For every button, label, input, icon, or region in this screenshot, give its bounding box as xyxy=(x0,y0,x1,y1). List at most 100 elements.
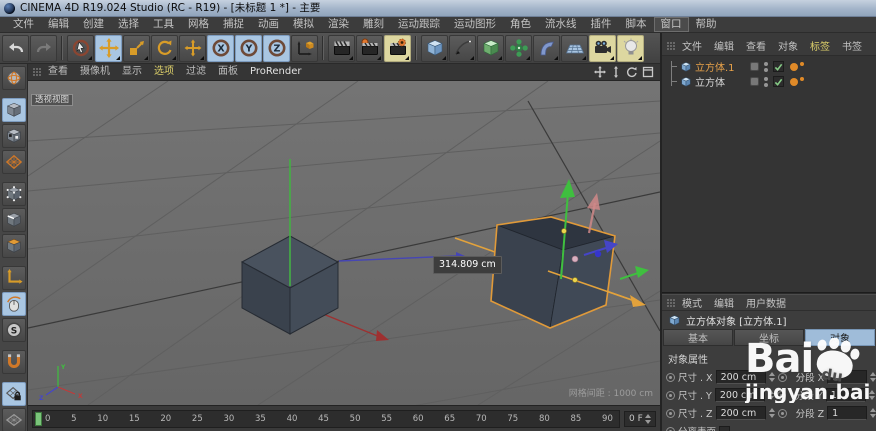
menu-animate[interactable]: 动画 xyxy=(251,17,286,32)
x-axis-lock-button[interactable]: X xyxy=(207,34,234,62)
render-to-picture-viewer-button[interactable] xyxy=(356,34,383,62)
workplane-button[interactable] xyxy=(1,408,26,431)
keyframe-circle-icon[interactable] xyxy=(777,372,787,382)
keyframe-circle-icon[interactable] xyxy=(777,408,787,418)
menu-pipeline[interactable]: 流水线 xyxy=(538,17,584,32)
object-name[interactable]: 立方体 xyxy=(695,74,747,89)
visibility-toggles[interactable] xyxy=(764,61,768,72)
keyframe-circle-icon[interactable] xyxy=(666,408,675,418)
scale-tool-button[interactable] xyxy=(123,34,150,62)
size-x-field[interactable]: 200 cm xyxy=(715,370,766,384)
viewport-menu-options[interactable]: 选项 xyxy=(148,64,180,80)
cube-object[interactable] xyxy=(240,159,465,341)
keyframe-circle-icon[interactable] xyxy=(666,390,675,400)
viewport-menu-display[interactable]: 显示 xyxy=(116,64,148,80)
y-axis-lock-button[interactable]: Y xyxy=(235,34,262,62)
viewport-menu-prorender[interactable]: ProRender xyxy=(244,64,307,80)
enable-axis-button[interactable] xyxy=(1,266,26,290)
add-subdivision-surface-button[interactable] xyxy=(477,34,504,62)
snap-magnet-button[interactable] xyxy=(1,350,26,374)
menu-simulate[interactable]: 模拟 xyxy=(286,17,321,32)
layer-color-box[interactable] xyxy=(750,77,759,86)
viewport-menu-panel[interactable]: 面板 xyxy=(212,64,244,80)
tab-object[interactable]: 对象 xyxy=(805,329,875,346)
om-menu-objects[interactable]: 对象 xyxy=(772,38,804,53)
segments-y-field[interactable]: 1 xyxy=(825,388,866,402)
edges-mode-button[interactable] xyxy=(1,208,26,232)
timeline-playhead[interactable] xyxy=(35,411,42,426)
viewport-menu-filter[interactable]: 过滤 xyxy=(180,64,212,80)
om-menu-tags[interactable]: 标签 xyxy=(804,38,836,53)
om-menu-view[interactable]: 查看 xyxy=(740,38,772,53)
menu-render[interactable]: 渲染 xyxy=(321,17,356,32)
size-y-field[interactable]: 200 cm xyxy=(714,388,765,402)
menu-snap[interactable]: 捕捉 xyxy=(216,17,251,32)
object-row-cube1[interactable]: 立方体.1 xyxy=(662,59,876,74)
add-deformer-button[interactable] xyxy=(533,34,560,62)
layer-color-box[interactable] xyxy=(750,62,759,71)
keyframe-circle-icon[interactable] xyxy=(666,426,675,431)
menu-edit[interactable]: 编辑 xyxy=(41,17,76,32)
visibility-toggles[interactable] xyxy=(764,76,768,87)
tab-basic[interactable]: 基本 xyxy=(663,329,733,346)
menu-tools[interactable]: 工具 xyxy=(146,17,181,32)
lock-workplane-button[interactable] xyxy=(1,382,26,406)
tab-coordinates[interactable]: 坐标 xyxy=(734,329,804,346)
viewport-pan-icon[interactable] xyxy=(594,66,606,78)
am-menu-mode[interactable]: 模式 xyxy=(676,295,708,310)
add-cloner-button[interactable] xyxy=(505,34,532,62)
phong-tag-icon[interactable] xyxy=(790,61,804,71)
menu-select[interactable]: 选择 xyxy=(111,17,146,32)
add-spline-button[interactable] xyxy=(449,34,476,62)
om-menu-edit[interactable]: 编辑 xyxy=(708,38,740,53)
om-menu-file[interactable]: 文件 xyxy=(676,38,708,53)
size-z-stepper[interactable] xyxy=(768,408,775,418)
keyframe-circle-icon[interactable] xyxy=(776,390,786,400)
model-mode-button[interactable] xyxy=(1,98,26,122)
render-view-button[interactable] xyxy=(328,34,355,62)
viewport-zoom-icon[interactable] xyxy=(610,66,622,78)
menu-character[interactable]: 角色 xyxy=(503,17,538,32)
add-cube-button[interactable] xyxy=(421,34,448,62)
size-z-field[interactable]: 200 cm xyxy=(715,406,766,420)
viewport-menu-view[interactable]: 查看 xyxy=(42,64,74,80)
timeline-ruler[interactable]: 0 5 10 15 20 25 30 35 40 45 50 55 60 65 … xyxy=(32,409,620,428)
texture-mode-button[interactable] xyxy=(1,124,26,148)
coordinate-system-button[interactable] xyxy=(291,34,318,62)
keyframe-circle-icon[interactable] xyxy=(666,372,675,382)
segments-y-stepper[interactable] xyxy=(868,390,875,400)
last-used-tool-button[interactable] xyxy=(179,34,206,62)
redo-button[interactable] xyxy=(30,34,57,62)
panel-handle-icon[interactable] xyxy=(32,67,42,77)
add-floor-button[interactable] xyxy=(561,34,588,62)
viewport-maximize-icon[interactable] xyxy=(642,66,654,78)
points-mode-button[interactable] xyxy=(1,182,26,206)
menu-mesh[interactable]: 网格 xyxy=(181,17,216,32)
frame-stepper[interactable] xyxy=(644,413,651,424)
menu-help[interactable]: 帮助 xyxy=(689,17,724,32)
move-tool-button[interactable] xyxy=(95,34,122,62)
make-editable-button[interactable] xyxy=(1,66,26,90)
separate-surfaces-checkbox[interactable] xyxy=(719,425,731,431)
viewport-canvas[interactable]: Y X Z 透视视图 314.809 cm 网格间距 : 1000 cm xyxy=(28,81,660,405)
enabled-check[interactable] xyxy=(773,76,784,87)
am-menu-edit[interactable]: 编辑 xyxy=(708,295,740,310)
add-camera-button[interactable] xyxy=(589,34,616,62)
quantize-button[interactable]: S xyxy=(1,318,26,342)
snap-3d-button[interactable] xyxy=(1,292,26,316)
menu-mograph[interactable]: 运动图形 xyxy=(447,17,503,32)
menu-sculpt[interactable]: 雕刻 xyxy=(356,17,391,32)
enabled-check[interactable] xyxy=(773,61,784,72)
object-manager-list[interactable]: 立方体.1 立方体 xyxy=(662,56,876,292)
z-axis-lock-button[interactable]: Z xyxy=(263,34,290,62)
viewport-menu-cameras[interactable]: 摄像机 xyxy=(74,64,116,80)
segments-z-field[interactable]: 1 xyxy=(827,406,868,420)
phong-tag-icon[interactable] xyxy=(790,76,804,86)
object-row-cube[interactable]: 立方体 xyxy=(662,74,876,89)
live-selection-button[interactable] xyxy=(67,34,94,62)
size-y-stepper[interactable] xyxy=(767,390,774,400)
menu-script[interactable]: 脚本 xyxy=(619,17,654,32)
workplane-mode-button[interactable] xyxy=(1,150,26,174)
viewport-rotate-icon[interactable] xyxy=(626,66,638,78)
menu-motion-tracker[interactable]: 运动跟踪 xyxy=(391,17,447,32)
